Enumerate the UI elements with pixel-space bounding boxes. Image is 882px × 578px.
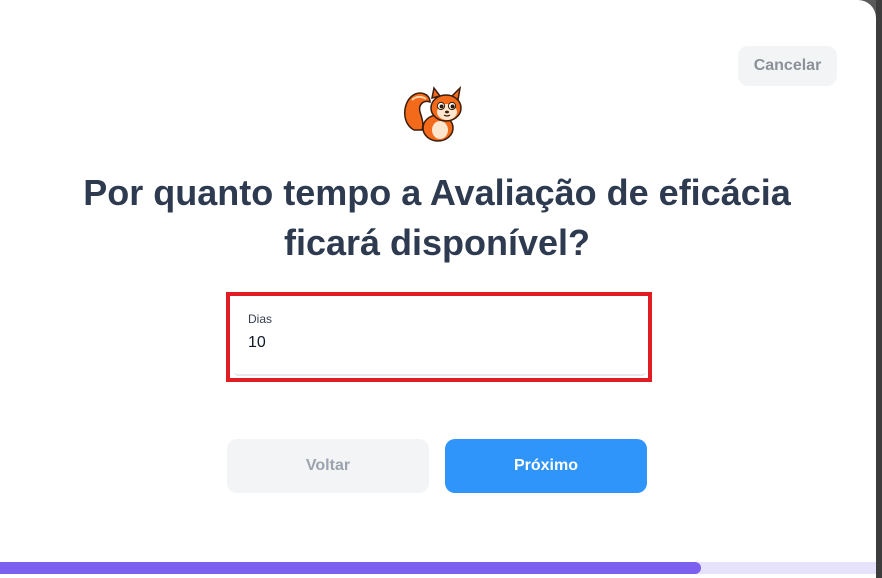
- cancel-button[interactable]: Cancelar: [738, 46, 837, 86]
- days-field-label: Dias: [248, 312, 273, 326]
- next-button[interactable]: Próximo: [445, 439, 647, 493]
- progress-bar: [0, 562, 876, 574]
- days-input[interactable]: [248, 334, 628, 352]
- progress-fill: [0, 562, 701, 574]
- squirrel-mascot-icon: [404, 85, 462, 142]
- dialog: Cancelar Por quanto tempo a Avaliação de…: [0, 0, 876, 578]
- background-edge: [876, 0, 882, 578]
- back-button[interactable]: Voltar: [227, 439, 429, 493]
- days-field[interactable]: Dias: [234, 300, 646, 376]
- page-title: Por quanto tempo a Avaliação de eficácia…: [83, 172, 791, 263]
